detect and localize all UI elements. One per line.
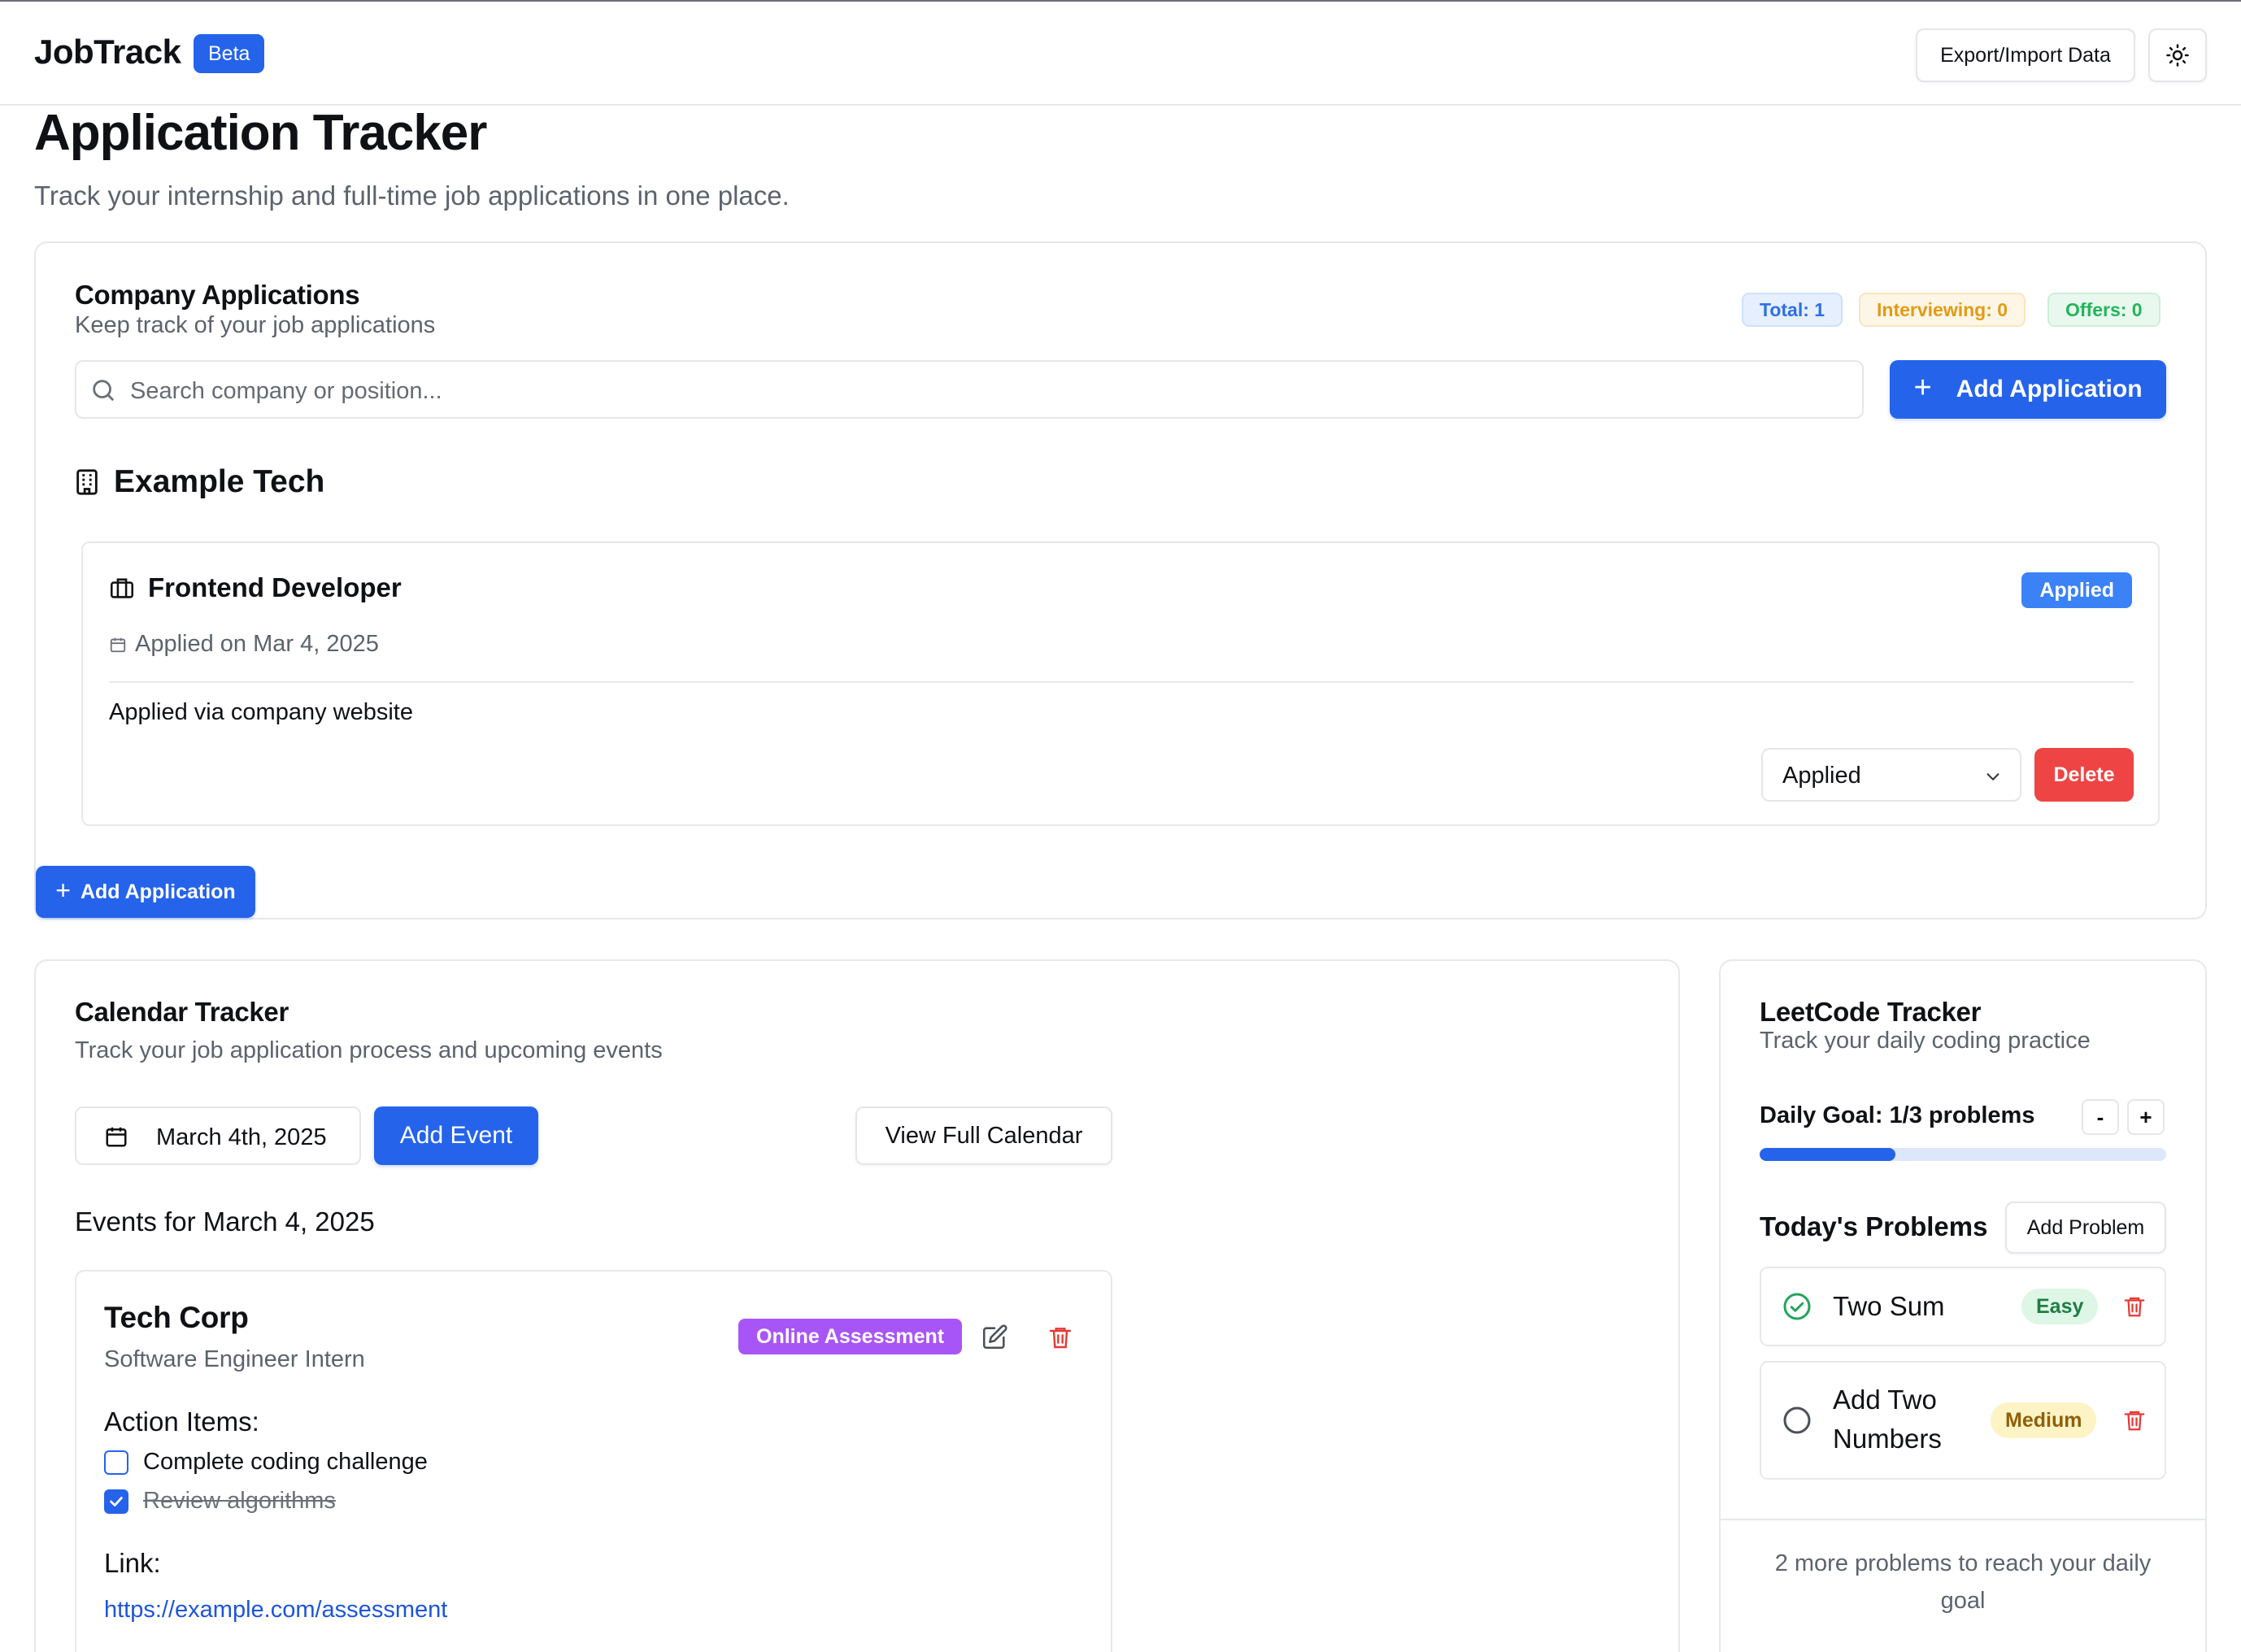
link-heading: Link: <box>104 1548 161 1578</box>
view-full-calendar-button[interactable]: View Full Calendar <box>855 1106 1112 1165</box>
checkbox-checked[interactable] <box>104 1489 128 1514</box>
date-picker-value: March 4th, 2025 <box>156 1124 327 1150</box>
trash-icon[interactable] <box>2122 1293 2147 1319</box>
add-problem-button[interactable]: Add Problem <box>2005 1202 2166 1254</box>
building-icon <box>76 469 98 495</box>
status-select-value: Applied <box>1782 763 1861 789</box>
goal-progress-fill <box>1760 1148 1895 1161</box>
add-event-button[interactable]: Add Event <box>374 1106 538 1165</box>
events-heading: Events for March 4, 2025 <box>75 1206 375 1237</box>
application-card: Frontend Developer Applied Applied on Ma… <box>81 541 2160 826</box>
page-subtitle: Track your internship and full-time job … <box>34 180 790 211</box>
total-count-badge: Total: 1 <box>1742 293 1843 327</box>
calendar-subtitle: Track your job application process and u… <box>75 1037 663 1063</box>
export-import-button[interactable]: Export/Import Data <box>1916 28 2135 82</box>
trash-icon[interactable] <box>2122 1407 2147 1433</box>
add-application-bottom-button[interactable]: + Add Application <box>36 866 255 918</box>
trash-icon[interactable] <box>1047 1324 1073 1351</box>
calendar-title: Calendar Tracker <box>75 997 289 1027</box>
todays-problems-heading: Today's Problems <box>1760 1211 1988 1241</box>
event-type-badge: Online Assessment <box>738 1319 963 1354</box>
sun-icon <box>2166 44 2189 67</box>
problem-name: Add Two Numbers <box>1833 1385 1942 1454</box>
difficulty-badge: Easy <box>2021 1289 2099 1324</box>
problem-item: Add Two Numbers Medium <box>1760 1361 2166 1480</box>
plus-icon: + <box>1913 370 1932 405</box>
role-title-row: Frontend Developer <box>109 572 402 603</box>
daily-goal-text: Daily Goal: 1/3 problems <box>1760 1102 2035 1128</box>
leetcode-title: LeetCode Tracker <box>1760 997 1982 1027</box>
action-item-label: Review algorithms <box>143 1488 336 1514</box>
offers-count-badge: Offers: 0 <box>2047 293 2160 327</box>
goal-remaining-text: 2 more problems to reach your daily goal <box>1774 1550 2152 1614</box>
divider <box>1721 1519 2205 1520</box>
delete-application-button[interactable]: Delete <box>2034 748 2134 802</box>
action-item[interactable]: Review algorithms <box>104 1488 336 1515</box>
page: JobTrack Beta Export/Import Data Applica… <box>0 0 2241 1652</box>
decrease-goal-button[interactable]: - <box>2082 1099 2119 1135</box>
app-header: JobTrack Beta Export/Import Data <box>0 2 2241 106</box>
chevron-down-icon <box>1986 773 1999 781</box>
event-company: Tech Corp <box>104 1301 249 1334</box>
search-placeholder: Search company or position... <box>130 378 442 404</box>
add-application-label: Add Application <box>1956 376 2143 402</box>
plus-icon: + <box>55 876 71 905</box>
applied-date-text: Applied on Mar 4, 2025 <box>135 631 379 657</box>
briefcase-icon <box>111 578 133 598</box>
edit-icon[interactable] <box>981 1324 1008 1351</box>
checkbox[interactable] <box>104 1450 128 1475</box>
calendar-icon <box>110 637 126 652</box>
application-note: Applied via company website <box>109 699 413 725</box>
divider <box>109 681 2134 683</box>
search-input[interactable]: Search company or position... <box>75 360 1864 419</box>
add-application-bottom-label: Add Application <box>80 880 236 903</box>
problem-item: Two Sum Easy <box>1760 1267 2166 1346</box>
brand-logo[interactable]: JobTrack <box>34 33 181 72</box>
action-item[interactable]: Complete coding challenge <box>104 1449 428 1476</box>
role-title: Frontend Developer <box>148 572 402 602</box>
page-title: Application Tracker <box>34 105 487 161</box>
empty-circle-icon[interactable] <box>1782 1406 1812 1435</box>
action-item-label: Complete coding challenge <box>143 1449 428 1475</box>
company-name: Example Tech <box>114 464 325 499</box>
check-circle-icon[interactable] <box>1782 1292 1812 1321</box>
beta-badge: Beta <box>194 34 265 73</box>
add-application-button[interactable]: + Add Application <box>1890 360 2166 419</box>
status-select[interactable]: Applied <box>1761 748 2021 802</box>
calendar-icon <box>106 1127 127 1147</box>
event-link[interactable]: https://example.com/assessment <box>104 1597 447 1624</box>
check-icon <box>110 1496 123 1506</box>
applied-date: Applied on Mar 4, 2025 <box>109 631 379 658</box>
leetcode-subtitle: Track your daily coding practice <box>1760 1028 2091 1054</box>
event-card: Tech Corp Software Engineer Intern Onlin… <box>75 1270 1112 1652</box>
applications-subtitle: Keep track of your job applications <box>75 312 436 338</box>
action-items-heading: Action Items: <box>104 1406 259 1437</box>
applications-title: Company Applications <box>75 280 360 310</box>
date-picker[interactable]: March 4th, 2025 <box>75 1106 361 1165</box>
event-role: Software Engineer Intern <box>104 1346 365 1372</box>
theme-toggle-button[interactable] <box>2148 28 2207 82</box>
problem-name: Two Sum <box>1833 1291 1945 1321</box>
increase-goal-button[interactable]: + <box>2127 1099 2165 1135</box>
company-group-header: Example Tech <box>75 462 324 502</box>
interviewing-count-badge: Interviewing: 0 <box>1859 293 2026 327</box>
search-icon <box>93 380 114 401</box>
status-badge: Applied <box>2021 572 2132 608</box>
difficulty-badge: Medium <box>1991 1402 2097 1438</box>
goal-progress-bar <box>1760 1148 2166 1161</box>
